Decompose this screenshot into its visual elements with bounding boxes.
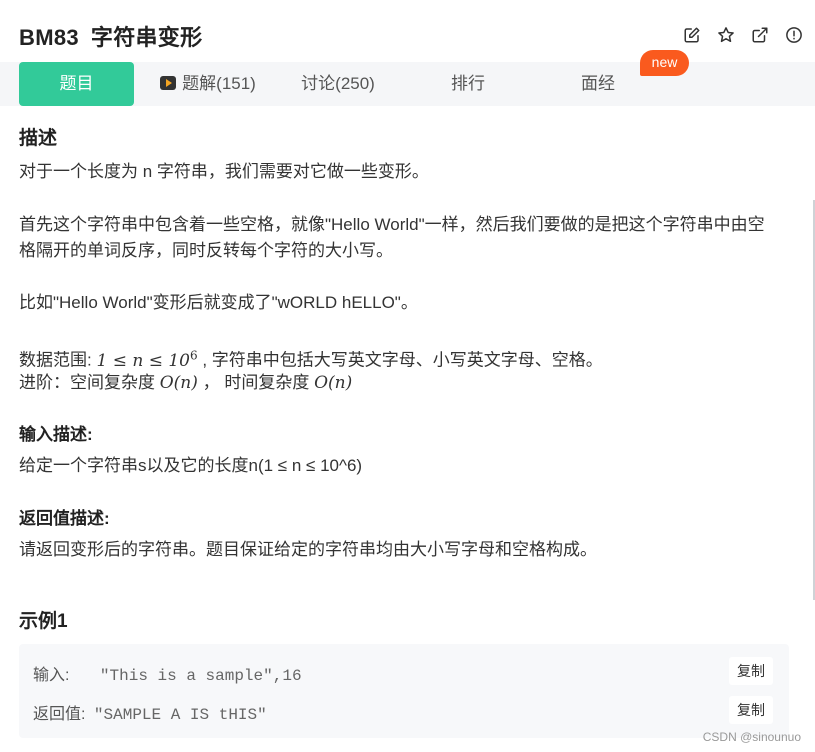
- tab-problem[interactable]: 题目: [19, 62, 134, 106]
- description-heading: 描述: [19, 128, 58, 149]
- tab-solutions[interactable]: 题解(151): [150, 62, 266, 106]
- video-icon: [160, 76, 177, 90]
- example-output-value: "SAMPLE A IS tHIS": [93, 706, 267, 724]
- example-box: 输入: "This is a sample",16 复制 返回值: "SAMPL…: [19, 644, 789, 738]
- problem-name: 字符串变形: [90, 25, 203, 50]
- tab-interview[interactable]: 面经: [560, 62, 636, 106]
- problem-tabs: 题目 题解(151) 讨论(250) 排行 面经: [0, 62, 815, 106]
- copy-input-button[interactable]: 复制: [729, 657, 773, 685]
- new-badge: new: [640, 50, 689, 76]
- tab-ranking-label: 排行: [451, 74, 485, 93]
- advanced-complexity: 进阶：空间复杂度 O(n) ， 时间复杂度 O(n): [19, 369, 352, 397]
- tab-discussion-label: 讨论(250): [301, 74, 375, 93]
- space-complexity: O(n): [159, 373, 198, 393]
- report-icon[interactable]: [783, 24, 805, 46]
- description-p2-line1: 首先这个字符串中包含着一些空格，就像"Hello World"一样，然后我们要做…: [19, 215, 765, 234]
- tab-discussion[interactable]: 讨论(250): [290, 62, 386, 106]
- data-range-rest: , 字符串中包括大写英文字母、小写英文字母、空格。: [202, 350, 603, 370]
- input-desc-heading: 输入描述:: [19, 425, 93, 444]
- example-input-label: 输入:: [33, 667, 70, 684]
- description-p2-line2: 格隔开的单词反序，同时反转每个字符的大小写。: [19, 241, 393, 260]
- advanced-label: 进阶：空间复杂度: [19, 373, 155, 392]
- example-heading: 示例1: [19, 611, 68, 632]
- tab-problem-label: 题目: [59, 74, 94, 93]
- tab-solutions-label: 题解(151): [182, 74, 256, 93]
- data-range-formula: 1 ≤ n ≤ 106: [96, 348, 198, 371]
- data-range-formula-base: 1 ≤ n ≤ 10: [96, 350, 190, 371]
- header-actions: [681, 24, 805, 46]
- time-complexity: O(n): [314, 373, 353, 393]
- tab-interview-label: 面经: [581, 74, 615, 93]
- tab-ranking[interactable]: 排行: [430, 62, 506, 106]
- description-p3: 比如"Hello World"变形后就变成了"wORLD hELLO"。: [19, 293, 418, 312]
- share-icon[interactable]: [749, 24, 771, 46]
- example-input-value: "This is a sample",16: [99, 667, 302, 685]
- example-input-row: 输入: "This is a sample",16: [33, 661, 302, 685]
- edit-icon[interactable]: [681, 24, 703, 46]
- problem-title: BM83 字符串变形: [19, 20, 202, 52]
- copy-output-button[interactable]: 复制: [729, 696, 773, 724]
- problem-id: BM83: [19, 25, 79, 50]
- data-range-label: 数据范围:: [19, 350, 92, 370]
- data-range-formula-exp: 6: [189, 348, 198, 362]
- output-desc-text: 请返回变形后的字符串。题目保证给定的字符串均由大小写字母和空格构成。: [19, 540, 597, 559]
- problem-header: BM83 字符串变形: [0, 0, 815, 62]
- example-output-label: 返回值:: [33, 706, 86, 723]
- advanced-mid: ， 时间复杂度: [202, 373, 310, 392]
- output-desc-heading: 返回值描述:: [19, 509, 110, 528]
- input-desc-text: 给定一个字符串s以及它的长度n(1 ≤ n ≤ 10^6): [19, 456, 363, 475]
- example-output-row: 返回值: "SAMPLE A IS tHIS": [33, 700, 267, 724]
- description-p1: 对于一个长度为 n 字符串，我们需要对它做一些变形。: [19, 162, 429, 181]
- watermark: CSDN @sinounuo: [702, 730, 801, 744]
- star-icon[interactable]: [715, 24, 737, 46]
